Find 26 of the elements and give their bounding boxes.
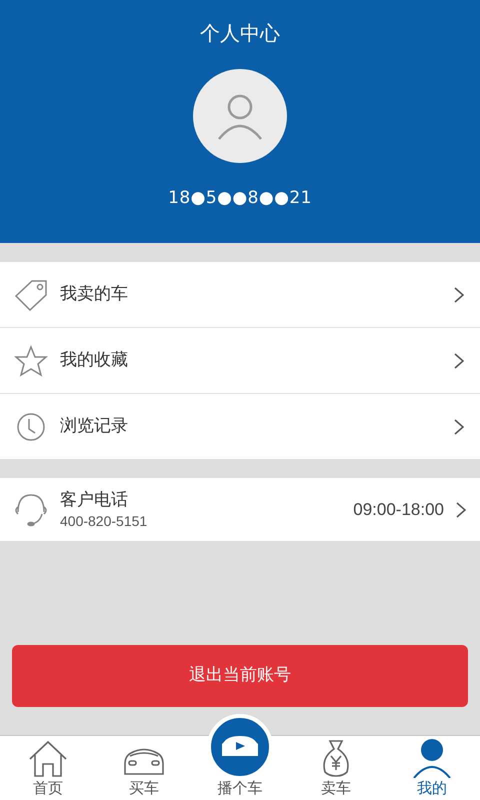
menu-label: 我的收藏 [60, 348, 128, 372]
service-hours: 09:00-18:00 [353, 498, 444, 521]
chevron-icon [456, 502, 466, 518]
phone-number: 18●5●●8●●21 [168, 187, 312, 210]
menu-label: 浏览记录 [60, 414, 128, 438]
service-number: 400-820-5151 [60, 512, 148, 530]
menu-item[interactable]: 浏览记录 [0, 394, 480, 459]
chevron-icon [454, 352, 464, 368]
tab[interactable]: 首页 [0, 736, 96, 800]
service-row[interactable]: 客户电话 400-820-5151 09:00-18:00 [0, 478, 480, 541]
menu-item[interactable]: 我的收藏 [0, 328, 480, 393]
chevron-icon [454, 418, 464, 434]
menu-label: 我卖的车 [60, 282, 128, 306]
tab[interactable]: 卖车 [288, 736, 384, 800]
star-icon [14, 344, 48, 376]
chevron-icon [454, 286, 464, 302]
tab[interactable]: 我的 [384, 736, 480, 800]
home-icon [28, 740, 68, 778]
menu-item[interactable]: 我卖的车 [0, 262, 480, 327]
service-title: 客户电话 [60, 488, 129, 510]
user-icon [411, 738, 453, 778]
tag-icon [14, 278, 48, 310]
page-title: 个人中心 [200, 20, 280, 47]
tab[interactable]: 播个车 [192, 710, 288, 800]
tab[interactable]: 买车 [96, 736, 192, 800]
logout-button[interactable]: 退出当前账号 [12, 645, 468, 707]
